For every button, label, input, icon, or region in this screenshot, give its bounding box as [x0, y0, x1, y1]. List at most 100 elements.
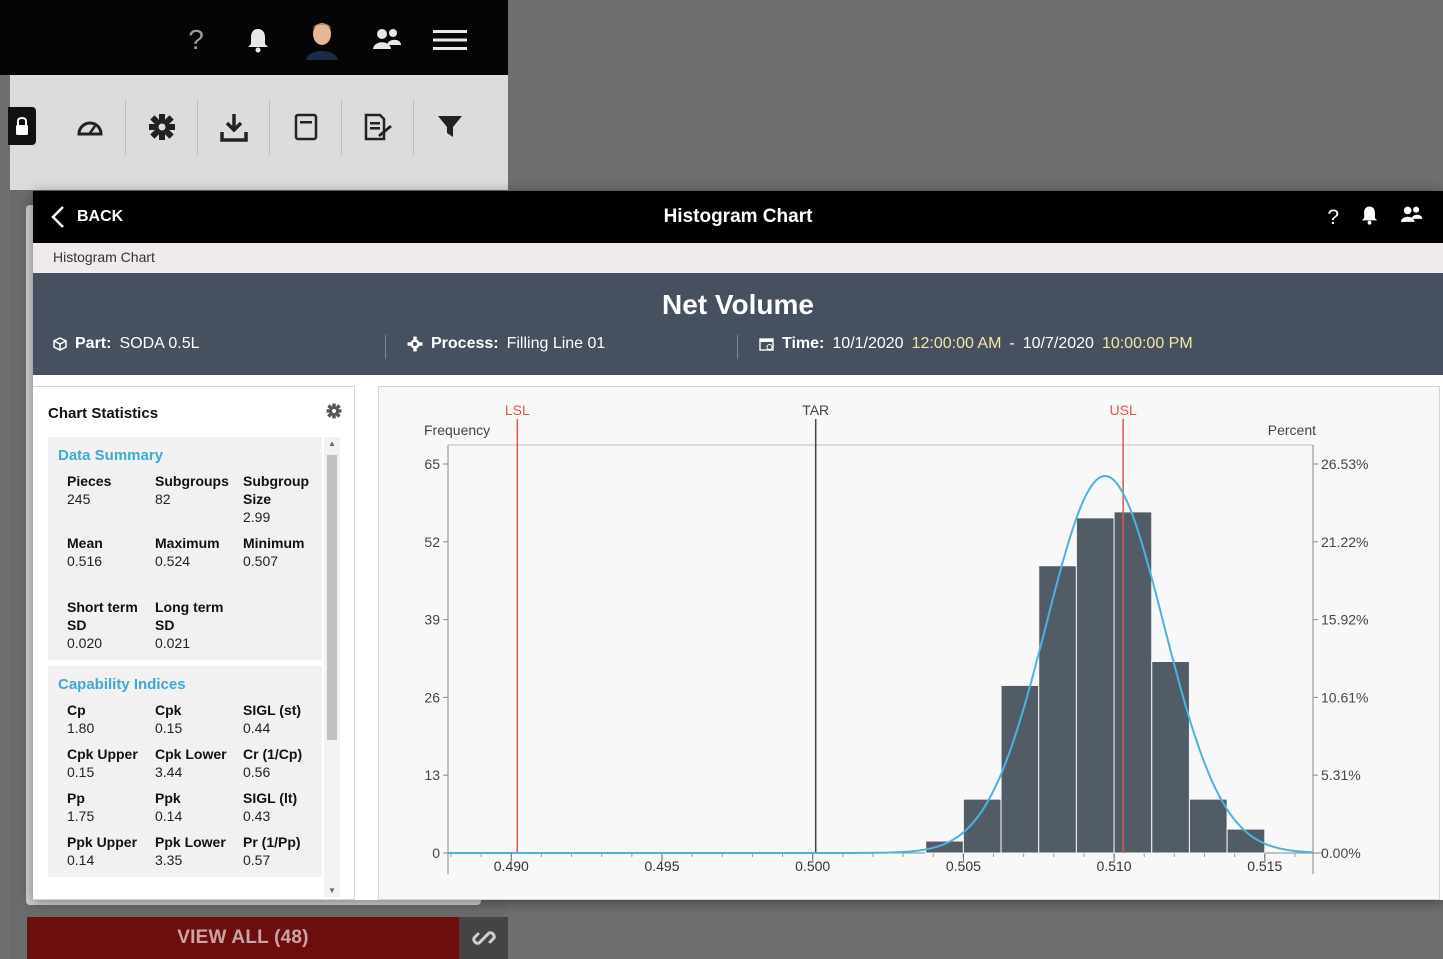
- bell-icon[interactable]: [244, 20, 272, 60]
- histogram-bar: [1000, 684, 1040, 854]
- time-dash: -: [1009, 335, 1015, 352]
- variable-banner: Net Volume Part: SODA 0.5L Process: Fill…: [33, 273, 1443, 375]
- gauge-icon[interactable]: [54, 99, 126, 155]
- stat-value: 3.35: [155, 852, 183, 868]
- time-end-time: 10:00:00 PM: [1101, 335, 1193, 352]
- avatar[interactable]: [302, 20, 342, 60]
- bell-icon[interactable]: [1361, 205, 1378, 230]
- y2-tick-label: 26.53%: [1321, 456, 1368, 472]
- capability-indices-grid: Cp 1.80 Cpk 0.15 SIGL (st) 0.44 Cpk Upper 0.15 C…: [58, 701, 312, 869]
- spec-label-lsl: LSL: [505, 402, 530, 418]
- stat-label: Maximum: [155, 535, 220, 551]
- spec-label-usl: USL: [1110, 402, 1137, 418]
- stat-label: Cr (1/Cp): [243, 746, 303, 762]
- stat-value: 3.44: [155, 764, 183, 780]
- process-label: Process:: [431, 335, 499, 352]
- process-gear-icon: [407, 336, 423, 352]
- part-value: SODA 0.5L: [119, 335, 200, 352]
- download-icon[interactable]: [198, 99, 270, 155]
- modal-header-icons: ?: [1327, 205, 1423, 230]
- team-icon[interactable]: [370, 20, 404, 60]
- histogram-svg: Frequency Percent 0 0.00% 13 5.31% 26 10.61% 39 1…: [424, 402, 1368, 874]
- stat-value: 2.99: [243, 509, 271, 525]
- stat-cell: Subgroup Size 2.99: [243, 472, 322, 526]
- lock-icon[interactable]: [8, 107, 36, 145]
- chart-statistics-panel: Chart Statistics Data Summary Pieces 245 S…: [33, 386, 355, 900]
- stat-value: 245: [67, 491, 91, 507]
- stat-cell: Minimum 0.507: [243, 534, 322, 570]
- stat-value: 0.57: [243, 852, 271, 868]
- stat-cell: Short term SD 0.020: [67, 598, 155, 652]
- y2-tick-label: 0.00%: [1321, 845, 1361, 861]
- settings-gear-icon[interactable]: [326, 403, 342, 424]
- report-icon[interactable]: [270, 99, 342, 155]
- histogram-modal: BACK Histogram Chart ? Histogram Chart N…: [33, 191, 1443, 900]
- stat-cell: Cpk Upper 0.15: [67, 745, 155, 781]
- link-icon[interactable]: [459, 917, 508, 959]
- variable-name: Net Volume: [662, 289, 814, 320]
- histogram-bar: [1113, 511, 1153, 854]
- stat-cell: Long term SD 0.021: [155, 598, 243, 652]
- filter-icon[interactable]: [414, 99, 486, 155]
- time-label: Time:: [782, 335, 825, 352]
- y2-tick-label: 5.31%: [1321, 767, 1361, 783]
- calendar-icon: [759, 338, 774, 351]
- stat-cell: Maximum 0.524: [155, 534, 243, 570]
- time-end-date: 10/7/2020: [1022, 335, 1094, 352]
- stat-cell: SIGL (lt) 0.43: [243, 789, 322, 825]
- y-tick-label: 52: [424, 534, 440, 550]
- stat-cell: Pieces 245: [67, 472, 155, 526]
- help-icon[interactable]: ?: [184, 20, 208, 60]
- stat-value: 0.507: [243, 553, 279, 569]
- stat-label: Ppk Lower: [155, 834, 226, 850]
- stat-cell: Ppk Upper 0.14: [67, 833, 155, 869]
- y-tick-label: 0: [432, 845, 440, 861]
- stat-label: Mean: [67, 535, 103, 551]
- stat-label: Pp: [67, 790, 85, 806]
- x-tick-label: 0.505: [946, 858, 981, 874]
- stat-cell: Pr (1/Pp) 0.57: [243, 833, 322, 869]
- statistics-scroll-area[interactable]: Data Summary Pieces 245 Subgroups 82 Subgrou…: [48, 437, 322, 897]
- stat-cell: SIGL (st) 0.44: [243, 701, 322, 737]
- stat-cell: Subgroups 82: [155, 472, 243, 526]
- part-label: Part:: [75, 335, 112, 352]
- modal-header: BACK Histogram Chart ?: [33, 191, 1443, 243]
- part-info: Part: SODA 0.5L: [53, 335, 200, 353]
- y2-tick-label: 21.22%: [1321, 534, 1368, 550]
- stat-value: 0.43: [243, 808, 271, 824]
- stat-cell: Ppk Lower 3.35: [155, 833, 243, 869]
- meta-divider: [737, 335, 738, 359]
- help-glyph: ?: [188, 24, 204, 55]
- help-icon[interactable]: ?: [1327, 206, 1339, 230]
- scroll-down-arrow-icon[interactable]: ▼: [328, 886, 336, 895]
- data-summary-section: Data Summary Pieces 245 Subgroups 82 Subgrou…: [48, 437, 322, 660]
- app-top-bar: ?: [0, 0, 508, 75]
- spec-label-tar: TAR: [802, 402, 829, 418]
- stat-value: 1.75: [67, 808, 95, 824]
- data-summary-title: Data Summary: [58, 447, 164, 464]
- statistics-scrollbar[interactable]: ▲ ▼: [324, 437, 340, 897]
- gear-icon[interactable]: [126, 99, 198, 155]
- team-icon[interactable]: [1400, 205, 1423, 230]
- edit-report-icon[interactable]: [342, 99, 414, 155]
- chart-statistics-title: Chart Statistics: [48, 405, 159, 422]
- view-all-button[interactable]: VIEW ALL (48): [27, 917, 459, 959]
- breadcrumb-item[interactable]: Histogram Chart: [53, 249, 155, 265]
- stat-label: Cpk Lower: [155, 746, 227, 762]
- scroll-up-arrow-icon[interactable]: ▲: [328, 439, 336, 448]
- x-tick-label: 0.515: [1247, 858, 1282, 874]
- y2-tick-label: 15.92%: [1321, 612, 1368, 628]
- histogram-bar: [1188, 798, 1228, 854]
- scrollbar-thumb[interactable]: [327, 455, 337, 740]
- menu-icon[interactable]: [432, 20, 468, 60]
- x-tick-label: 0.510: [1097, 858, 1132, 874]
- y-axis-title-left: Frequency: [424, 422, 490, 438]
- stat-label: Pr (1/Pp): [243, 834, 301, 850]
- y-tick-label: 13: [424, 767, 440, 783]
- y-axis-title-right: Percent: [1268, 422, 1316, 438]
- y-tick-label: 26: [424, 689, 440, 705]
- stat-label: Minimum: [243, 535, 305, 551]
- app-toolbar: [8, 75, 508, 190]
- process-info: Process: Filling Line 01: [407, 335, 605, 353]
- stat-label: Long term SD: [155, 599, 224, 633]
